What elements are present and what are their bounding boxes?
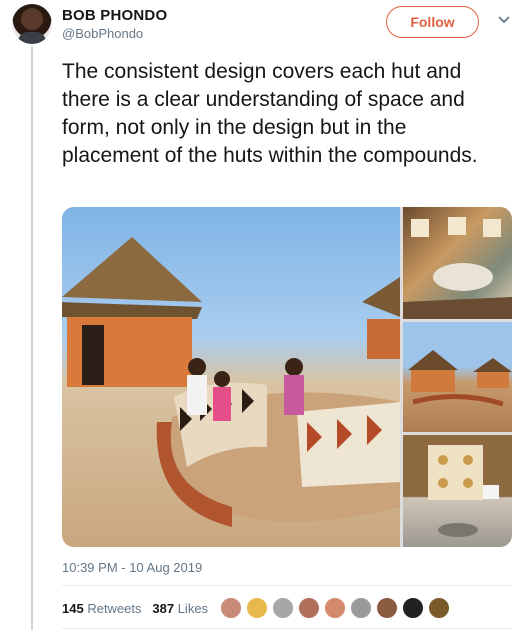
avatar[interactable] — [350, 597, 372, 619]
avatar[interactable] — [376, 597, 398, 619]
retweets-count[interactable]: 145 — [62, 601, 84, 616]
thread-line — [31, 46, 33, 630]
likes-label[interactable]: Likes — [178, 601, 208, 616]
divider — [62, 628, 512, 629]
chevron-down-icon[interactable] — [497, 12, 511, 26]
tweet-timestamp[interactable]: 10:39 PM - 10 Aug 2019 — [62, 560, 202, 575]
photo-hut-interior[interactable] — [403, 207, 512, 319]
likes-count[interactable]: 387 — [152, 601, 174, 616]
user-name[interactable]: BOB PHONDO — [62, 7, 167, 24]
tweet-stats: 145 Retweets 387 Likes — [62, 601, 208, 616]
tweet-text: The consistent design covers each hut an… — [62, 60, 478, 167]
avatar[interactable] — [402, 597, 424, 619]
avatar[interactable] — [428, 597, 450, 619]
avatar[interactable] — [246, 597, 268, 619]
photo-huts-landscape[interactable] — [403, 322, 512, 432]
divider — [62, 585, 512, 586]
media-grid — [62, 207, 512, 547]
follow-button[interactable]: Follow — [386, 6, 479, 38]
avatar[interactable] — [220, 597, 242, 619]
avatar[interactable] — [324, 597, 346, 619]
retweets-label[interactable]: Retweets — [87, 601, 141, 616]
avatar[interactable] — [298, 597, 320, 619]
photo-huts-compound[interactable] — [62, 207, 400, 547]
avatar[interactable] — [12, 4, 52, 44]
tweet-header: BOB PHONDO @BobPhondo Follow — [0, 0, 529, 60]
user-handle[interactable]: @BobPhondo — [62, 26, 143, 41]
avatar[interactable] — [272, 597, 294, 619]
photo-decorated-wall[interactable] — [403, 435, 512, 547]
